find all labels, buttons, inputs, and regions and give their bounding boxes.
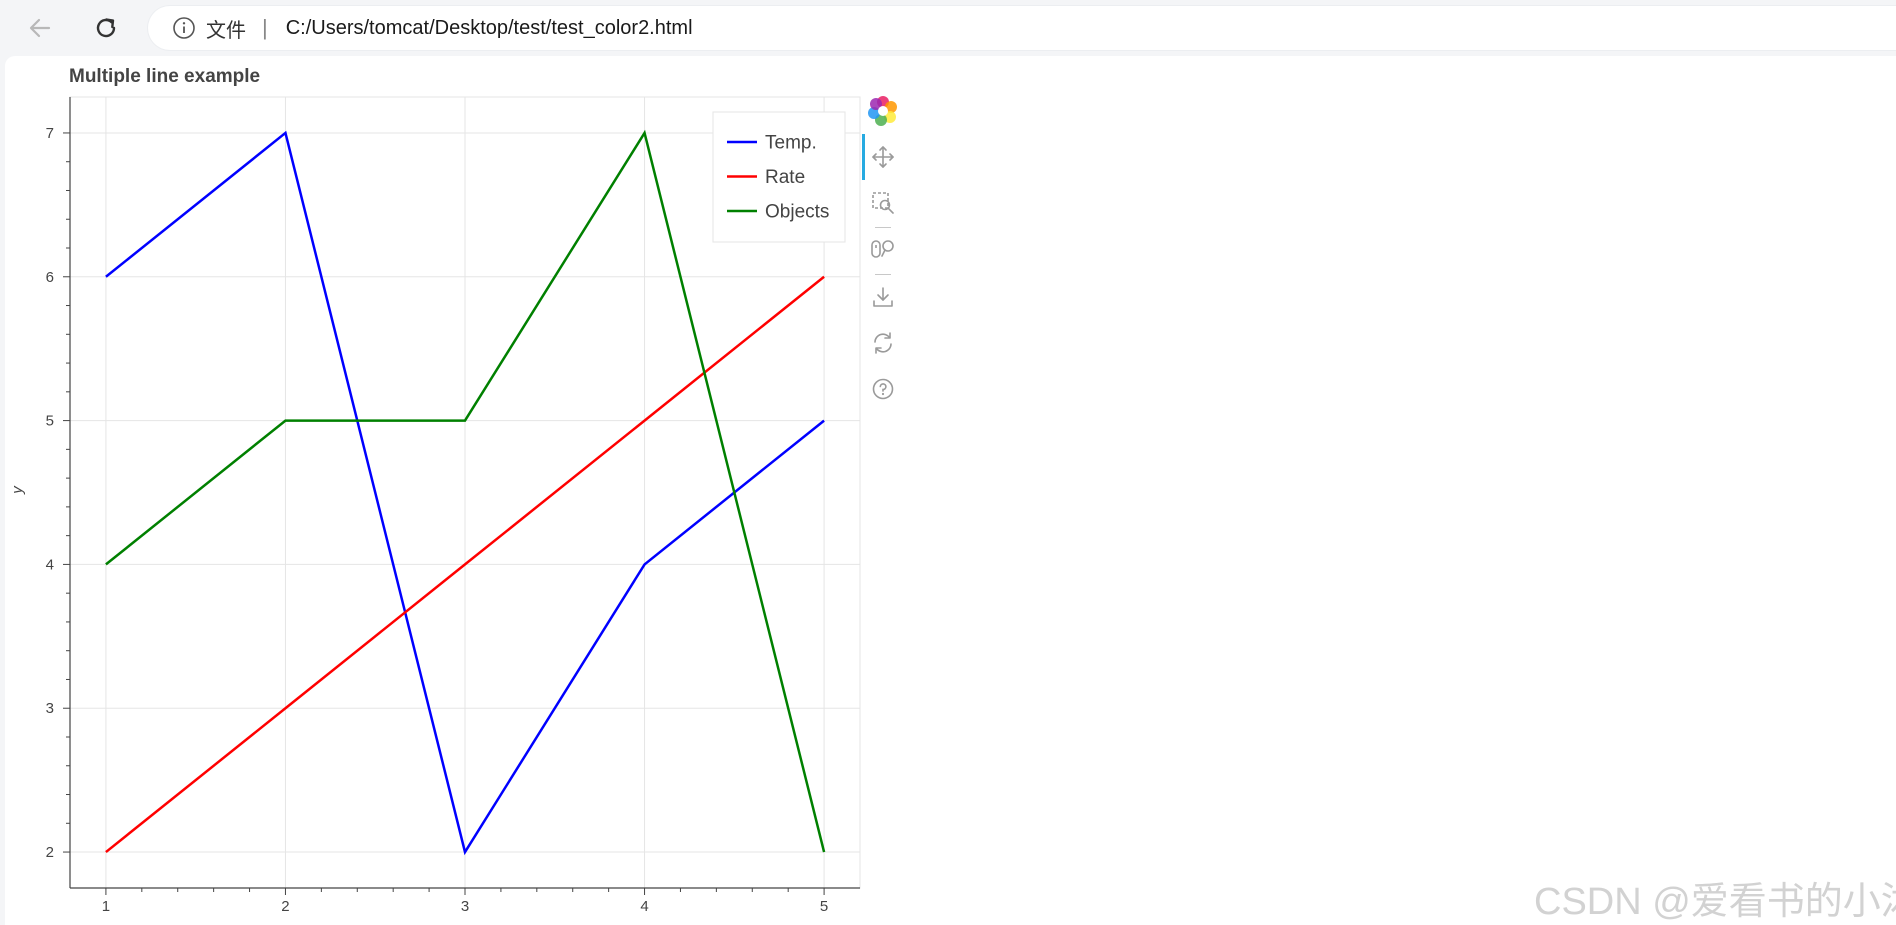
y-tick-label: 2	[46, 844, 54, 861]
legend-label: Rate	[765, 167, 805, 188]
wheel-zoom-tool[interactable]	[866, 232, 900, 266]
pan-tool[interactable]	[866, 140, 900, 174]
toolbar-divider	[875, 227, 891, 228]
active-tool-indicator	[862, 134, 865, 180]
x-tick-label: 2	[281, 898, 289, 915]
save-icon	[873, 287, 893, 307]
x-tick-label: 1	[102, 898, 110, 915]
y-tick-label: 5	[46, 413, 54, 430]
pan-icon	[872, 146, 894, 168]
x-tick-label: 3	[461, 898, 469, 915]
reset-icon	[874, 332, 892, 354]
help-tool[interactable]	[866, 372, 900, 406]
plot-toolbar	[862, 94, 902, 414]
legend: Temp. Rate Objects	[712, 111, 846, 243]
watermark: CSDN @爱看书的小沐	[1534, 881, 1896, 923]
save-tool[interactable]	[866, 280, 900, 314]
legend-label: Temp.	[765, 133, 817, 154]
line-chart[interactable]: 1 2 3 4 5 2 3 4 5 6 7 y Temp. Rate Objects	[0, 0, 1896, 925]
y-tick-label: 6	[46, 269, 54, 286]
toolbar-divider	[875, 274, 891, 275]
legend-label: Objects	[765, 202, 829, 223]
help-icon	[872, 378, 894, 400]
y-axis-label: y	[9, 485, 26, 495]
box-zoom-icon	[872, 192, 894, 214]
x-tick-label: 4	[640, 898, 648, 915]
y-tick-label: 3	[46, 700, 54, 717]
bokeh-logo-icon	[868, 96, 897, 126]
box-zoom-tool[interactable]	[866, 186, 900, 220]
y-tick-label: 7	[46, 125, 54, 142]
wheel-zoom-icon	[871, 240, 894, 258]
y-tick-label: 4	[46, 556, 54, 573]
bokeh-logo[interactable]	[866, 94, 900, 128]
reset-tool[interactable]	[866, 326, 900, 360]
x-tick-label: 5	[820, 898, 828, 915]
